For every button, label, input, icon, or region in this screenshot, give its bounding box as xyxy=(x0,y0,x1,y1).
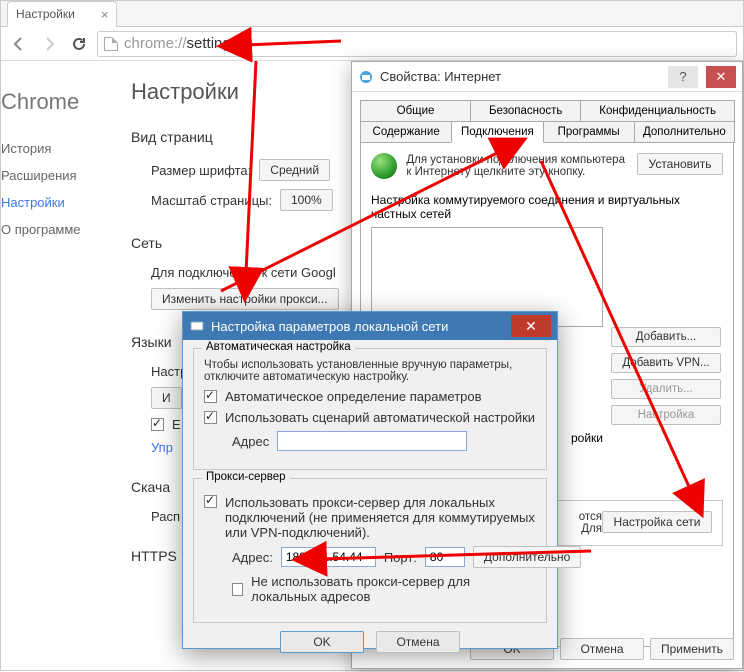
bypass-local-label: Не использовать прокси-сервер для локаль… xyxy=(251,574,536,604)
browser-tab[interactable]: Настройки × xyxy=(7,1,117,27)
tab-general[interactable]: Общие xyxy=(360,100,471,121)
add-vpn-button[interactable]: Добавить VPN... xyxy=(611,353,721,373)
address-bar[interactable]: chrome://settings xyxy=(97,31,737,57)
zoom-label: Масштаб страницы: xyxy=(151,193,272,208)
back-button[interactable] xyxy=(7,32,31,56)
bypass-local-checkbox[interactable] xyxy=(232,583,243,596)
lan-title-text: Настройка параметров локальной сети xyxy=(211,319,448,334)
auto-config-hint: Чтобы использовать установленные вручную… xyxy=(204,359,536,383)
lang-row1-button[interactable]: И xyxy=(151,387,182,409)
tab-security[interactable]: Безопасность xyxy=(470,100,581,121)
change-proxy-button[interactable]: Изменить настройки прокси... xyxy=(151,288,339,310)
proxy-port-label: Порт: xyxy=(384,550,417,565)
auto-detect-label: Автоматическое определение параметров xyxy=(225,389,482,404)
lan-settings-dialog: Настройка параметров локальной сети ✕ Ав… xyxy=(182,311,558,649)
zoom-select[interactable]: 100% xyxy=(280,189,333,211)
font-size-select[interactable]: Средний xyxy=(259,159,330,181)
proxy-advanced-button[interactable]: Дополнительно xyxy=(473,546,581,568)
lan-cancel-button[interactable]: Отмена xyxy=(376,631,460,653)
use-proxy-label: Использовать прокси-сервер для локальных… xyxy=(225,495,536,540)
lan-icon xyxy=(189,318,205,334)
globe-icon xyxy=(371,153,397,179)
proxy-address-input[interactable] xyxy=(281,547,376,567)
reload-button[interactable] xyxy=(67,32,91,56)
close-button[interactable]: ✕ xyxy=(706,66,736,88)
auto-config-group: Автоматическая настройка Чтобы использов… xyxy=(193,348,547,470)
page-icon xyxy=(104,37,118,51)
sidebar-item-about[interactable]: О программе xyxy=(1,216,131,243)
inet-icon xyxy=(358,69,374,85)
lan-ok-button[interactable]: OK xyxy=(280,631,364,653)
lang-manage-link[interactable]: Упр xyxy=(151,440,173,455)
close-tab-icon[interactable]: × xyxy=(101,7,109,22)
tab-content[interactable]: Содержание xyxy=(360,121,452,143)
delete-connection-button: Удалить... xyxy=(611,379,721,399)
connection-settings-button: Настройка xyxy=(611,405,721,425)
inet-title-text: Свойства: Интернет xyxy=(380,69,501,84)
lang-row2-label: E xyxy=(172,417,181,432)
radio-tail: ройки xyxy=(571,431,603,445)
auto-config-title: Автоматическая настройка xyxy=(202,341,355,353)
help-button[interactable]: ? xyxy=(668,66,698,88)
tab-title: Настройки xyxy=(16,7,75,21)
browser-tab-strip: Настройки × xyxy=(1,1,743,27)
sidebar-item-extensions[interactable]: Расширения xyxy=(1,162,131,189)
inet-apply-button[interactable]: Применить xyxy=(650,638,734,660)
inet-cancel-button[interactable]: Отмена xyxy=(560,638,644,660)
script-addr-label: Адрес xyxy=(232,434,269,449)
install-connection-button[interactable]: Установить xyxy=(637,153,723,175)
tab-privacy[interactable]: Конфиденциальность xyxy=(580,100,735,121)
brand: Chrome xyxy=(1,89,131,115)
use-script-label: Использовать сценарий автоматической нас… xyxy=(225,410,535,425)
lan-settings-button[interactable]: Настройка сети xyxy=(602,511,712,533)
font-size-label: Размер шрифта: xyxy=(151,163,251,178)
add-connection-button[interactable]: Добавить... xyxy=(611,327,721,347)
browser-toolbar: chrome://settings xyxy=(1,27,743,61)
lan-titlebar[interactable]: Настройка параметров локальной сети ✕ xyxy=(183,312,557,340)
dialup-label: Настройка коммутируемого соединения и ви… xyxy=(371,193,723,221)
tab-connections[interactable]: Подключения xyxy=(451,121,543,143)
proxy-addr-label: Адрес: xyxy=(232,550,273,565)
tab-advanced[interactable]: Дополнительно xyxy=(634,121,735,143)
lang-row2-checkbox[interactable] xyxy=(151,418,164,431)
auto-detect-checkbox[interactable] xyxy=(204,390,217,403)
inet-titlebar[interactable]: Свойства: Интернет ? ✕ xyxy=(352,62,742,92)
url-text: chrome://settings xyxy=(124,35,238,52)
sidebar-item-history[interactable]: История xyxy=(1,135,131,162)
proxy-group-title: Прокси-сервер xyxy=(202,471,290,483)
use-proxy-checkbox[interactable] xyxy=(204,495,217,508)
downloads-row: Расп xyxy=(151,509,180,524)
side-nav: Chrome История Расширения Настройки О пр… xyxy=(1,61,131,670)
conn-hint: Для установки подключения компьютера к И… xyxy=(406,154,626,178)
script-address-input[interactable] xyxy=(277,431,467,451)
proxy-port-input[interactable] xyxy=(425,547,465,567)
lan-close-button[interactable]: ✕ xyxy=(511,315,551,337)
forward-button[interactable] xyxy=(37,32,61,56)
network-desc: Для подключения к сети Googl xyxy=(151,265,336,280)
sidebar-item-settings[interactable]: Настройки xyxy=(1,189,131,216)
use-script-checkbox[interactable] xyxy=(204,411,217,424)
tab-programs[interactable]: Программы xyxy=(543,121,635,143)
proxy-group: Прокси-сервер Использовать прокси-сервер… xyxy=(193,478,547,623)
